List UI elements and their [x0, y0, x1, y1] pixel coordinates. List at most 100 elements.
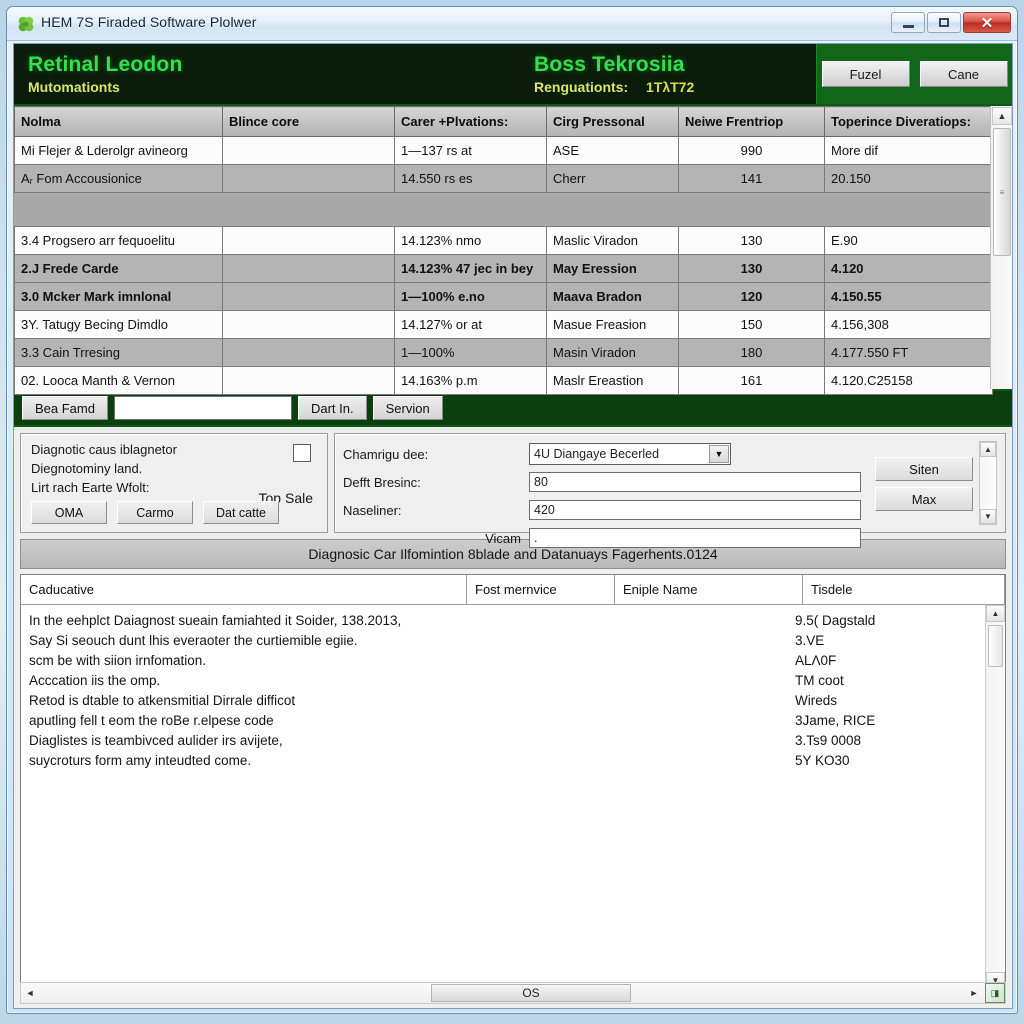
table-cell: 3.4 Progsero arr fequoelitu [14, 226, 223, 255]
window-title: HEM 7S Firaded Software Plolwer [41, 14, 257, 30]
chevron-down-icon[interactable]: ▼ [709, 445, 729, 463]
parameters-scroll-up-icon[interactable]: ▲ [980, 442, 996, 457]
table-row[interactable]: 3.3 Cain Trresing 1—100% Masin Viradon 180 4… [14, 338, 993, 367]
maximize-button[interactable] [927, 12, 961, 33]
table-cell: 180 [678, 338, 825, 367]
vicam-input[interactable] [529, 528, 861, 548]
table-cell: 130 [678, 226, 825, 255]
table-cell [222, 310, 395, 339]
table-cell: 150 [678, 310, 825, 339]
log-vertical-scrollbar[interactable]: ▲ ▼ [985, 605, 1005, 989]
log-value: 5Y KO30 [795, 753, 850, 768]
table-cell: 130 [678, 254, 825, 283]
resize-grip-icon[interactable]: ◨ [985, 983, 1005, 1003]
cane-button[interactable]: Cane [919, 61, 1008, 87]
table-cell: 1—100% e.no [394, 282, 547, 311]
col-header-neiwe[interactable]: Neiwe Frentriop [678, 106, 825, 137]
table-cell: Maslic Viradon [546, 226, 679, 255]
minimize-icon [902, 24, 914, 28]
diagnostic-log-panel: Caducative Fost mernvice Eniple Name Tis… [20, 574, 1006, 990]
parameters-scrollbar[interactable]: ▲ ▼ [979, 441, 997, 525]
table-row[interactable] [14, 192, 993, 227]
log-header-row: Caducative Fost mernvice Eniple Name Tis… [21, 575, 1005, 605]
oma-button[interactable]: OMA [31, 501, 107, 524]
table-cell [14, 192, 223, 227]
naseliner-control [529, 500, 861, 520]
hscroll-track[interactable]: OS [39, 983, 965, 1003]
servion-button[interactable]: Servion [372, 396, 443, 420]
log-line: In the eehplct Daiagnost sueain famiahte… [29, 613, 402, 628]
grid-scroll-up-icon[interactable]: ▲ [992, 107, 1012, 125]
dart-in-button[interactable]: Dart In. [297, 396, 367, 420]
banner-left-subtitle: Mutomationts [28, 79, 120, 96]
log-col-fost-mernvice[interactable]: Fost mernvice [467, 575, 615, 604]
dat-catte-button[interactable]: Dat catte [203, 501, 279, 524]
banner-center-block: Boss Tekrosiia Renguationts: 1TλT72 [534, 44, 694, 104]
defft-bresinc-input[interactable] [529, 472, 861, 492]
col-header-blince[interactable]: Blince core [222, 106, 395, 137]
table-cell [546, 192, 679, 227]
grid-vertical-scrollbar[interactable]: ▲ ≡ [990, 106, 1012, 389]
table-row[interactable]: 3Y. Tatugy Becing Dimdlo 14.127% or at Mas… [14, 310, 993, 339]
form-row-chamrigu: Chamrigu dee: 4U Diangaye Becerled ▼ [343, 441, 861, 467]
diagnostic-checkbox[interactable] [293, 444, 311, 462]
table-row[interactable]: 2.J Frede Carde 14.123% 47 jec in bey May … [14, 254, 993, 283]
close-button[interactable]: ✕ [963, 12, 1011, 33]
log-value: TM coot [795, 673, 844, 688]
table-cell: 4.120.C25158 [824, 366, 993, 395]
defft-bresinc-label: Defft Bresinc: [343, 474, 421, 490]
bea-famd-button[interactable]: Bea Famd [22, 396, 108, 420]
table-cell: E.90 [824, 226, 993, 255]
table-row[interactable]: 02. Looca Manth & Vernon 14.163% p.m Maslr… [14, 366, 993, 395]
log-col-caducative[interactable]: Caducative [21, 575, 467, 604]
table-cell: May Eression [546, 254, 679, 283]
hscroll-thumb[interactable]: OS [431, 984, 631, 1002]
table-cell: 990 [678, 136, 825, 165]
log-col-tisdele[interactable]: Tisdele [803, 575, 1005, 604]
vicam-label: Vicam [485, 530, 521, 546]
table-cell: 1—137 rs at [394, 136, 547, 165]
hscroll-right-icon[interactable]: ► [965, 983, 983, 1003]
table-cell: 4.156,308 [824, 310, 993, 339]
log-right-lines: 9.5( Dagstald 3.VE ALΛ0F TM coot Wireds 3Jame… [787, 605, 985, 989]
col-header-nolma[interactable]: Nolma [14, 106, 223, 137]
log-col-eniple-name[interactable]: Eniple Name [615, 575, 803, 604]
table-row[interactable]: 3.4 Progsero arr fequoelitu 14.123% nmo Ma… [14, 226, 993, 255]
table-row[interactable]: 3.0 Mcker Mark imnlonal 1—100% e.no Maava … [14, 282, 993, 311]
chamrigu-dropdown[interactable]: 4U Diangaye Becerled ▼ [529, 443, 731, 465]
carmo-button[interactable]: Carmo [117, 501, 193, 524]
col-header-carer[interactable]: Carer +Plvations: [394, 106, 547, 137]
log-line: Retod is dtable to atkensmitial Dirrale … [29, 693, 296, 708]
data-grid: Nolma Blince core Carer +Plvations: Cirg… [14, 106, 993, 395]
log-scroll-thumb[interactable] [988, 625, 1003, 667]
log-value: ALΛ0F [795, 653, 837, 668]
table-cell: 120 [678, 282, 825, 311]
max-button[interactable]: Max [875, 487, 973, 511]
naseliner-input[interactable] [529, 500, 861, 520]
log-scroll-up-icon[interactable]: ▲ [986, 605, 1005, 622]
table-cell [222, 282, 395, 311]
vicam-control [529, 528, 861, 548]
log-line: Acccation iis the omp. [29, 673, 161, 688]
table-row[interactable]: Mi Flejer & Lderolgr avineorg 1—137 rs at… [14, 136, 993, 165]
banner-center-sub-label: Renguationts: [534, 79, 629, 96]
grid-scroll-thumb[interactable]: ≡ [993, 128, 1011, 256]
table-cell: Cherr [546, 164, 679, 193]
siten-button[interactable]: Siten [875, 457, 973, 481]
horizontal-scrollbar[interactable]: ◄ OS ► ◨ [20, 982, 1006, 1004]
table-cell: 02. Looca Manth & Vernon [14, 366, 223, 395]
log-value: 3Jame, RICE [795, 713, 876, 728]
parameters-scroll-down-icon[interactable]: ▼ [980, 509, 996, 524]
col-header-cirg[interactable]: Cirg Pressonal [546, 106, 679, 137]
banner-center-title: Boss Tekrosiia [534, 52, 685, 76]
table-row[interactable]: Aᵣ Fom Accousionice 14.550 rs es Cherr 141 2… [14, 164, 993, 193]
table-cell [222, 164, 395, 193]
minimize-button[interactable] [891, 12, 925, 33]
table-cell: 161 [678, 366, 825, 395]
log-line: Say Si seouch dunt lhis everaoter the cu… [29, 633, 358, 648]
search-input[interactable] [113, 396, 292, 420]
fuzel-button[interactable]: Fuzel [821, 61, 910, 87]
col-header-toperince[interactable]: Toperince Diveratiops: [824, 106, 993, 137]
chamrigu-label: Chamrigu dee: [343, 446, 429, 462]
hscroll-left-icon[interactable]: ◄ [21, 983, 39, 1003]
